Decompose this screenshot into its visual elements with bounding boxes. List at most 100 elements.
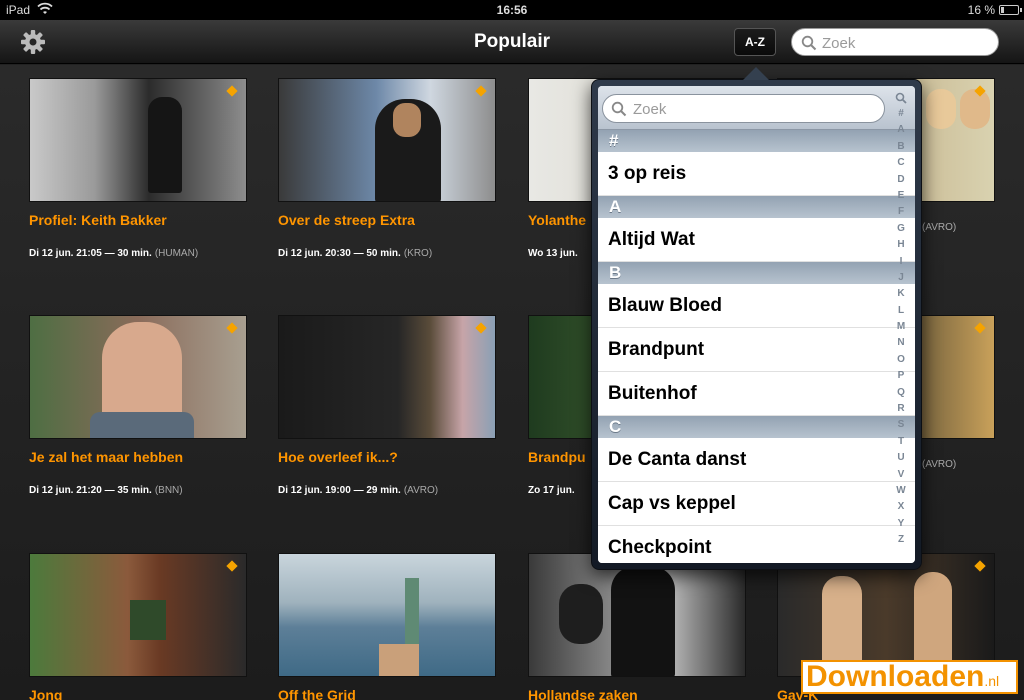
- index-letter[interactable]: C: [891, 155, 911, 171]
- app-screen: iPad 16:56 16 % Populair A-Z Zoek Profie…: [0, 0, 1024, 700]
- index-letter[interactable]: Z: [891, 532, 911, 548]
- search-icon: [611, 101, 627, 117]
- program-title[interactable]: Hoe overleef ik...?: [278, 449, 496, 465]
- index-letter[interactable]: V: [891, 467, 911, 483]
- program-tile[interactable]: Hollandse zaken: [528, 553, 746, 700]
- program-list-item[interactable]: De Canta danst: [598, 438, 915, 482]
- popover-search-input[interactable]: [633, 100, 878, 118]
- channel-logo-icon: [226, 85, 238, 97]
- broadcast-time: Di 12 jun. 20:30 — 50 min.: [278, 248, 401, 259]
- az-list-container: #3 op reisAAltijd WatBBlauw BloedBrandpu…: [598, 86, 915, 563]
- program-list-item[interactable]: Blauw Bloed: [598, 284, 915, 328]
- program-thumbnail[interactable]: [29, 315, 247, 439]
- broadcaster: (AVRO): [922, 222, 957, 233]
- program-meta: Di 12 jun. 19:00 — 29 min. (AVRO): [278, 485, 496, 496]
- battery-icon: [999, 5, 1022, 15]
- program-title[interactable]: Over de streep Extra: [278, 212, 496, 228]
- index-letter[interactable]: Y: [891, 516, 911, 532]
- program-list-item[interactable]: Altijd Wat: [598, 218, 915, 262]
- search-icon: [801, 35, 817, 51]
- az-popover: #3 op reisAAltijd WatBBlauw BloedBrandpu…: [591, 67, 922, 570]
- index-letter[interactable]: Q: [891, 385, 911, 401]
- az-index-button[interactable]: A-Z: [734, 28, 776, 56]
- program-list-item[interactable]: Checkpoint: [598, 526, 915, 563]
- channel-logo-icon: [226, 560, 238, 572]
- battery-percent: 16 %: [967, 3, 995, 17]
- index-letter[interactable]: F: [891, 204, 911, 220]
- channel-logo-icon: [974, 322, 986, 334]
- program-title[interactable]: Hollandse zaken: [528, 687, 746, 700]
- program-tile[interactable]: Over de streep Extra Di 12 jun. 20:30 — …: [278, 78, 496, 259]
- index-letter[interactable]: H: [891, 237, 911, 253]
- popover-arrow: [743, 67, 769, 80]
- navigation-bar: Populair A-Z: [0, 20, 1024, 64]
- index-letter[interactable]: N: [891, 335, 911, 351]
- section-header: #: [598, 130, 915, 152]
- broadcaster: (HUMAN): [154, 248, 199, 259]
- program-tile[interactable]: Profiel: Keith Bakker Di 12 jun. 21:05 —…: [29, 78, 247, 259]
- program-title[interactable]: Je zal het maar hebben: [29, 449, 247, 465]
- index-letter[interactable]: W: [891, 483, 911, 499]
- index-letter[interactable]: J: [891, 270, 911, 286]
- index-letter[interactable]: R: [891, 401, 911, 417]
- program-thumbnail[interactable]: [278, 553, 496, 677]
- program-title[interactable]: Profiel: Keith Bakker: [29, 212, 247, 228]
- program-tile[interactable]: Je zal het maar hebben Di 12 jun. 21:20 …: [29, 315, 247, 496]
- broadcaster: (AVRO): [922, 459, 957, 470]
- popover-search-field[interactable]: [602, 94, 885, 123]
- index-letter[interactable]: O: [891, 352, 911, 368]
- channel-logo-icon: [475, 322, 487, 334]
- program-list-item[interactable]: Brandpunt: [598, 328, 915, 372]
- program-thumbnail[interactable]: [777, 553, 995, 677]
- index-letter[interactable]: G: [891, 221, 911, 237]
- program-list-item[interactable]: 3 op reis: [598, 152, 915, 196]
- program-meta: Di 12 jun. 21:20 — 35 min. (BNN): [29, 485, 247, 496]
- watermark-suffix: .nl: [984, 673, 1000, 689]
- index-letter[interactable]: E: [891, 188, 911, 204]
- index-letter[interactable]: B: [891, 139, 911, 155]
- search-field[interactable]: [791, 28, 999, 56]
- index-letter[interactable]: I: [891, 254, 911, 270]
- broadcaster: (AVRO): [403, 485, 439, 496]
- index-letter[interactable]: U: [891, 450, 911, 466]
- program-thumbnail[interactable]: [278, 78, 496, 202]
- index-letter[interactable]: L: [891, 303, 911, 319]
- program-list-item[interactable]: Cap vs keppel: [598, 482, 915, 526]
- index-letter[interactable]: K: [891, 286, 911, 302]
- downloaden-watermark: Downloaden.nl: [801, 660, 1018, 694]
- index-letter[interactable]: P: [891, 368, 911, 384]
- program-title[interactable]: Jong: [29, 687, 247, 700]
- battery-fill: [1001, 7, 1004, 13]
- clock: 16:56: [496, 3, 528, 17]
- program-tile[interactable]: Jong: [29, 553, 247, 700]
- index-letter[interactable]: T: [891, 434, 911, 450]
- section-header: B: [598, 262, 915, 284]
- program-tile[interactable]: Off the Grid: [278, 553, 496, 700]
- broadcast-time: Zo 17 jun.: [528, 485, 575, 496]
- section-index[interactable]: # A B C D E F G H I J K L M N O P Q R S T U V W X Y Z: [891, 92, 911, 549]
- search-input[interactable]: [822, 33, 990, 53]
- index-letter[interactable]: D: [891, 172, 911, 188]
- broadcast-time: Di 12 jun. 19:00 — 29 min.: [278, 485, 401, 496]
- broadcaster: (BNN): [154, 485, 183, 496]
- broadcaster: (KRO): [403, 248, 433, 259]
- program-thumbnail[interactable]: [29, 78, 247, 202]
- program-meta: Di 12 jun. 21:05 — 30 min. (HUMAN): [29, 248, 247, 259]
- program-az-list: #3 op reis A Altijd Wat B Blauw Bloed Brandpu…: [598, 130, 915, 563]
- index-letter[interactable]: #: [891, 106, 911, 122]
- channel-logo-icon: [475, 85, 487, 97]
- index-letter[interactable]: M: [891, 319, 911, 335]
- program-list-item[interactable]: Buitenhof: [598, 372, 915, 416]
- index-letter[interactable]: A: [891, 122, 911, 138]
- program-title[interactable]: Off the Grid: [278, 687, 496, 700]
- index-letter[interactable]: X: [891, 499, 911, 515]
- program-thumbnail[interactable]: [528, 553, 746, 677]
- program-tile[interactable]: Hoe overleef ik...? Di 12 jun. 19:00 — 2…: [278, 315, 496, 496]
- program-thumbnail[interactable]: [278, 315, 496, 439]
- program-meta: Di 12 jun. 20:30 — 50 min. (KRO): [278, 248, 496, 259]
- program-thumbnail[interactable]: [29, 553, 247, 677]
- index-letter[interactable]: S: [891, 417, 911, 433]
- channel-logo-icon: [226, 322, 238, 334]
- index-search-icon[interactable]: [895, 92, 907, 104]
- broadcast-time: Di 12 jun. 21:20 — 35 min.: [29, 485, 152, 496]
